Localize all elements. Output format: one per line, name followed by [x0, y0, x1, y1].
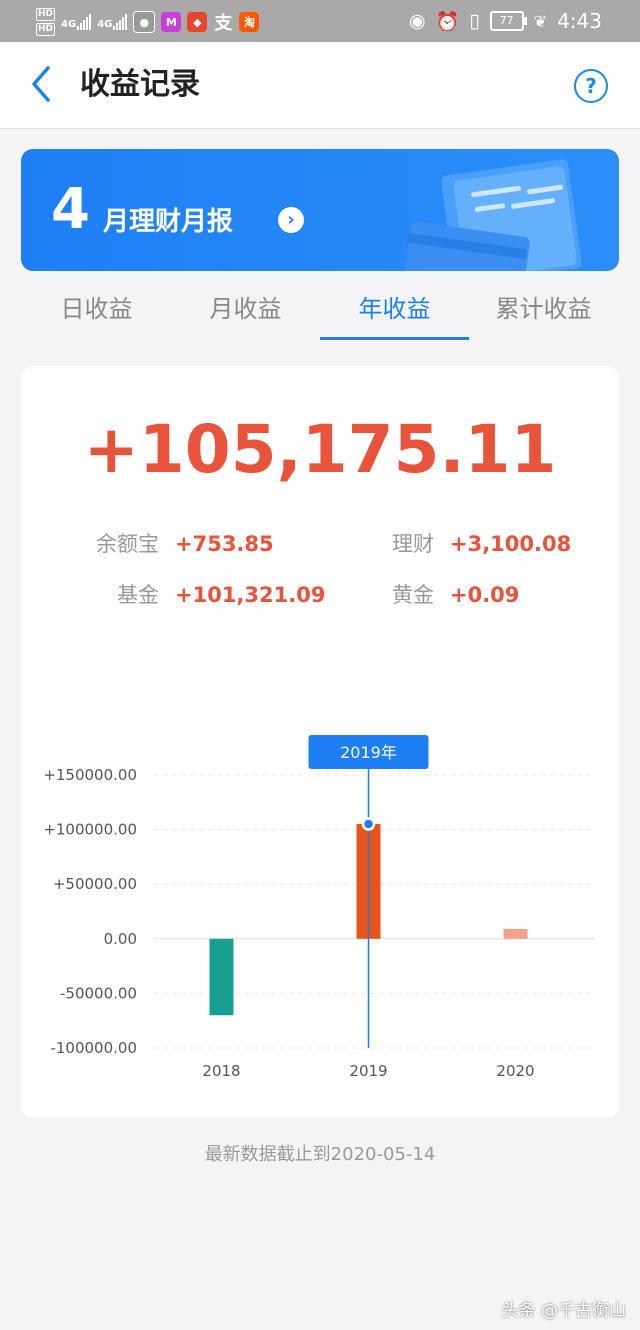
- bar-2020: [503, 928, 528, 939]
- clock-time: 4:43: [557, 9, 602, 33]
- back-button[interactable]: [22, 64, 62, 104]
- tab-bar: 日收益 月收益 年收益 累计收益: [22, 280, 618, 340]
- chevron-left-icon: [32, 66, 50, 102]
- alarm-icon: ⏰: [435, 10, 460, 33]
- m-app-icon: M: [161, 12, 182, 32]
- bar-2018: [209, 938, 234, 1016]
- alipay-icon: 支: [214, 13, 233, 34]
- earnings-card: +105,175.11 余额宝 +753.85 理财 +3,100.08 基金 +10…: [21, 366, 619, 1118]
- y-tick-label: -50000.00: [60, 984, 137, 1002]
- data-cutoff-note: 最新数据截止到2020-05-14: [204, 1144, 436, 1165]
- signal-4g-icon: 4G: [61, 14, 92, 30]
- signal-4g-icon: 4G: [97, 14, 128, 30]
- tooltip-label: 2019年: [340, 743, 397, 762]
- hd-icon: HD: [36, 8, 56, 21]
- y-tick-label: +150000.00: [43, 766, 137, 784]
- x-tick-label: 2018: [202, 1062, 240, 1080]
- battery-icon: 77: [489, 11, 527, 31]
- tab-daily[interactable]: 日收益: [22, 280, 171, 340]
- x-tick-label: 2020: [496, 1062, 534, 1080]
- status-bar: HD HD 4G 4G ● M ◆ 支 淘 ◉ ⏰ ▯ 77 ❦ 4:43: [0, 0, 640, 42]
- banner-title: 月理财月报: [103, 207, 234, 237]
- selection-dot: [361, 817, 376, 831]
- status-right: ◉ ⏰ ▯ 77 ❦ 4:43: [409, 0, 602, 42]
- y-tick-label: +100000.00: [43, 821, 137, 839]
- page-title: 收益记录: [80, 67, 200, 102]
- report-illustration-icon: [404, 159, 582, 271]
- hd-icon: HD: [36, 23, 56, 36]
- vibrate-icon: ▯: [469, 10, 480, 32]
- nav-bar: 收益记录 ?: [0, 42, 640, 129]
- monthly-report-banner[interactable]: 4 月理财月报 ›: [21, 149, 619, 271]
- taobao-icon: 淘: [239, 12, 260, 32]
- tab-monthly[interactable]: 月收益: [171, 280, 320, 340]
- eye-icon: ◉: [408, 10, 426, 32]
- yearly-earnings-chart: +150000.00 +100000.00 +50000.00 0.00 -50000.…: [43, 735, 595, 1080]
- tab-cumulative[interactable]: 累计收益: [469, 280, 618, 340]
- y-tick-label: -100000.00: [50, 1039, 137, 1057]
- x-tick-label: 2019: [349, 1062, 387, 1080]
- red-app-icon: ◆: [187, 12, 208, 32]
- y-tick-label: +50000.00: [53, 875, 137, 893]
- leaf-icon: ❦: [533, 11, 548, 31]
- banner-month-number: 4: [51, 177, 90, 242]
- status-left: HD HD 4G 4G ● M ◆ 支 淘: [36, 4, 260, 40]
- tab-yearly[interactable]: 年收益: [320, 280, 469, 340]
- help-button[interactable]: ?: [574, 69, 608, 103]
- hd-indicators: HD HD: [36, 8, 56, 36]
- watermark: 头条 @千古衡山: [501, 1301, 626, 1321]
- chevron-right-icon: ›: [278, 207, 304, 233]
- y-tick-label: 0.00: [104, 930, 137, 948]
- wechat-icon: ●: [133, 11, 156, 33]
